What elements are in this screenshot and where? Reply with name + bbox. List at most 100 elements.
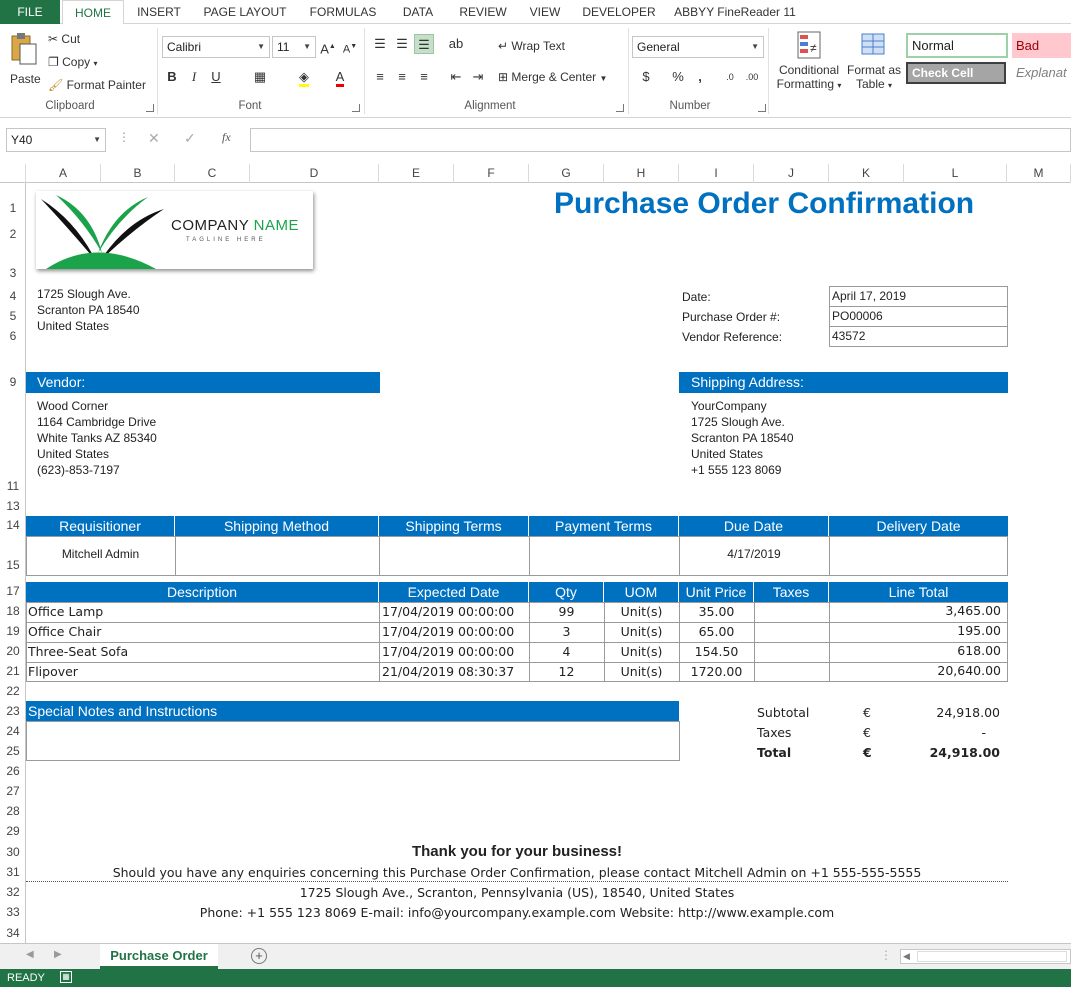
row-header[interactable]: 19 — [0, 624, 26, 638]
fill-color-icon[interactable]: ◈ — [294, 67, 314, 87]
enter-icon[interactable]: ✓ — [184, 130, 196, 147]
col-header-l[interactable]: L — [904, 164, 1007, 183]
col-header-k[interactable]: K — [829, 164, 904, 183]
row-header[interactable]: 9 — [0, 375, 26, 389]
row-header[interactable]: 14 — [0, 518, 26, 532]
sheet-tab-purchase-order[interactable]: Purchase Order — [100, 944, 218, 969]
row-header[interactable]: 21 — [0, 664, 26, 678]
number-format-select[interactable]: General ▼ — [632, 36, 764, 58]
grow-font-icon[interactable]: A▲ — [318, 37, 338, 57]
row-header[interactable]: 2 — [0, 227, 26, 241]
increase-indent-icon[interactable]: ⇥ — [468, 67, 488, 87]
shrink-font-icon[interactable]: A▼ — [340, 37, 360, 57]
col-header-i[interactable]: I — [679, 164, 754, 183]
select-all-corner[interactable] — [0, 164, 26, 183]
tab-view[interactable]: VIEW — [522, 0, 568, 24]
tab-abbyy[interactable]: ABBYY FineReader 11 — [670, 0, 800, 24]
row-header[interactable]: 3 — [0, 266, 26, 280]
align-center-icon[interactable]: ≡ — [392, 67, 412, 87]
tab-developer[interactable]: DEVELOPER — [576, 0, 662, 24]
horizontal-scrollbar[interactable]: ◀ — [900, 949, 1071, 964]
copy-button[interactable]: ❐ Copy ▾ — [48, 55, 97, 69]
col-header-h[interactable]: H — [604, 164, 679, 183]
decrease-decimal-icon[interactable]: .00 — [742, 67, 762, 87]
row-header[interactable]: 31 — [0, 865, 26, 879]
number-launcher-icon[interactable] — [758, 104, 766, 112]
decrease-indent-icon[interactable]: ⇤ — [446, 67, 466, 87]
scroll-left-icon[interactable]: ◀ — [903, 951, 910, 962]
align-bottom-icon[interactable]: ☰ — [414, 34, 434, 54]
insert-function-icon[interactable]: fx — [222, 130, 231, 145]
scroll-right-icon[interactable]: ▶ — [54, 949, 62, 960]
row-header[interactable]: 29 — [0, 824, 26, 838]
row-header[interactable]: 17 — [0, 584, 26, 598]
align-top-icon[interactable]: ☰ — [370, 34, 390, 54]
style-explanatory[interactable]: Explanat — [1012, 62, 1071, 84]
italic-button[interactable]: I — [184, 67, 204, 87]
row-header[interactable]: 28 — [0, 804, 26, 818]
requisitioner-value[interactable]: Mitchell Admin — [26, 547, 175, 561]
tab-formulas[interactable]: FORMULAS — [302, 0, 384, 24]
row-header[interactable]: 4 — [0, 289, 26, 303]
borders-icon[interactable]: ▦ — [250, 67, 270, 87]
notes-box[interactable] — [26, 721, 680, 761]
row-header[interactable]: 5 — [0, 309, 26, 323]
align-right-icon[interactable]: ≡ — [414, 67, 434, 87]
add-sheet-icon[interactable]: + — [251, 948, 267, 964]
comma-button[interactable]: , — [690, 67, 710, 87]
name-box[interactable]: Y40 ▼ — [6, 128, 106, 152]
row-header[interactable]: 13 — [0, 499, 26, 513]
row-header[interactable]: 30 — [0, 845, 26, 859]
col-header-b[interactable]: B — [101, 164, 175, 183]
increase-decimal-icon[interactable]: .0 — [720, 67, 740, 87]
style-normal[interactable]: Normal — [906, 33, 1008, 58]
vendor-ref-value[interactable]: 43572 — [832, 329, 865, 343]
tab-page-layout[interactable]: PAGE LAYOUT — [196, 0, 294, 24]
font-color-icon[interactable]: A — [330, 67, 350, 87]
tab-file[interactable]: FILE — [0, 0, 60, 24]
paste-button[interactable]: Paste — [8, 32, 42, 92]
tab-home[interactable]: HOME — [62, 0, 124, 25]
wrap-text-button[interactable]: ↵ Wrap Text — [498, 39, 565, 53]
font-size-select[interactable]: 11 ▼ — [272, 36, 316, 58]
col-header-f[interactable]: F — [454, 164, 529, 183]
style-check-cell[interactable]: Check Cell — [906, 62, 1006, 84]
row-header[interactable]: 20 — [0, 644, 26, 658]
row-header[interactable]: 11 — [0, 479, 26, 493]
currency-button[interactable]: $ — [636, 67, 656, 87]
po-number-value[interactable]: PO00006 — [832, 309, 883, 323]
format-painter-button[interactable]: 🖌 Format Painter — [48, 78, 146, 92]
font-launcher-icon[interactable] — [352, 104, 360, 112]
col-header-g[interactable]: G — [529, 164, 604, 183]
alignment-launcher-icon[interactable] — [616, 104, 624, 112]
style-bad[interactable]: Bad — [1012, 33, 1071, 58]
percent-button[interactable]: % — [668, 67, 688, 87]
col-header-c[interactable]: C — [175, 164, 250, 183]
underline-button[interactable]: U — [206, 67, 226, 87]
row-header[interactable]: 15 — [0, 558, 26, 572]
formula-input[interactable] — [250, 128, 1071, 152]
col-header-j[interactable]: J — [754, 164, 829, 183]
bold-button[interactable]: B — [162, 67, 182, 87]
row-header[interactable]: 32 — [0, 885, 26, 899]
row-header[interactable]: 1 — [0, 201, 26, 215]
scrollbar-thumb[interactable] — [917, 951, 1067, 962]
date-value[interactable]: April 17, 2019 — [832, 289, 906, 303]
row-header[interactable]: 33 — [0, 905, 26, 919]
orientation-icon[interactable]: ab — [446, 34, 466, 54]
tab-review[interactable]: REVIEW — [452, 0, 514, 24]
row-header[interactable]: 26 — [0, 764, 26, 778]
due-date-value[interactable]: 4/17/2019 — [679, 547, 829, 561]
col-header-m[interactable]: M — [1007, 164, 1071, 183]
align-left-icon[interactable]: ≡ — [370, 67, 390, 87]
col-header-a[interactable]: A — [26, 164, 101, 183]
row-header[interactable]: 27 — [0, 784, 26, 798]
row-header[interactable]: 24 — [0, 724, 26, 738]
font-name-select[interactable]: Calibri ▼ — [162, 36, 270, 58]
tab-data[interactable]: DATA — [392, 0, 444, 24]
cancel-icon[interactable]: ✕ — [148, 130, 160, 147]
row-header[interactable]: 25 — [0, 744, 26, 758]
row-header[interactable]: 23 — [0, 704, 26, 718]
tab-insert[interactable]: INSERT — [130, 0, 188, 24]
cut-button[interactable]: ✂ Cut — [48, 32, 80, 46]
